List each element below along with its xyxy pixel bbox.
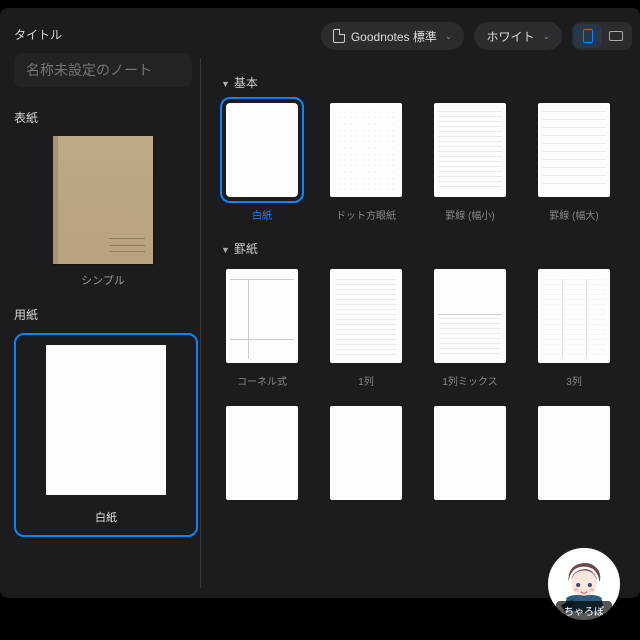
template-thumbnail: [434, 406, 506, 500]
template-item[interactable]: ドット方眼紙: [325, 103, 407, 222]
template-item[interactable]: 3列: [533, 269, 615, 388]
section-title: 基本: [234, 76, 258, 90]
template-thumbnail: [538, 269, 610, 363]
template-thumbnail: [434, 269, 506, 363]
tablet-landscape-icon: [609, 31, 623, 41]
template-thumbnail: [226, 406, 298, 500]
template-label: ドット方眼紙: [336, 207, 396, 222]
paper-color-dropdown[interactable]: ホワイト ⌄: [474, 22, 562, 50]
template-label: コーネル式: [237, 373, 287, 388]
disclosure-triangle-icon: ▼: [221, 245, 230, 255]
template-grid: [221, 406, 640, 510]
chevron-down-icon: ⌄: [445, 31, 453, 42]
template-item[interactable]: [221, 406, 303, 510]
template-thumbnail: [538, 406, 610, 500]
orientation-segment: [572, 22, 632, 50]
template-grid: 白紙 ドット方眼紙 罫線 (幅小) 罫線 (幅大): [221, 103, 640, 222]
avatar[interactable]: ちゃろぽ: [548, 548, 620, 620]
template-thumbnail: [330, 269, 402, 363]
section-title: 罫紙: [234, 242, 258, 256]
template-section: ▼ 罫紙コーネル式 1列 1列ミックス 3列: [221, 240, 640, 388]
section-header[interactable]: ▼ 基本: [221, 74, 640, 91]
template-item[interactable]: [429, 406, 511, 510]
template-thumbnail: [330, 406, 402, 500]
paper-selection[interactable]: 白紙: [14, 333, 198, 537]
template-item[interactable]: 1列ミックス: [429, 269, 511, 388]
paper-name: 白紙: [95, 509, 117, 525]
template-thumbnail: [538, 103, 610, 197]
avatar-label: ちゃろぽ: [556, 601, 612, 620]
orientation-landscape-button[interactable]: [602, 24, 630, 48]
document-icon: [333, 29, 345, 43]
template-item[interactable]: [325, 406, 407, 510]
template-item[interactable]: [533, 406, 615, 510]
sidebar: タイトル 表紙 シンプル 用紙 白紙: [0, 8, 200, 598]
template-thumbnail: [226, 103, 298, 197]
template-thumbnail: [226, 269, 298, 363]
toolbar: Goodnotes 標準 ⌄ ホワイト ⌄: [221, 22, 640, 50]
template-label: 罫線 (幅大): [549, 207, 598, 222]
template-grid: コーネル式 1列 1列ミックス 3列: [221, 269, 640, 388]
template-item[interactable]: 罫線 (幅大): [533, 103, 615, 222]
title-label: タイトル: [14, 26, 192, 43]
notebook-title-input[interactable]: [14, 53, 192, 87]
paper-color-value: ホワイト: [486, 28, 534, 45]
tablet-portrait-icon: [583, 29, 593, 43]
template-item[interactable]: 白紙: [221, 103, 303, 222]
new-notebook-dialog: タイトル 表紙 シンプル 用紙 白紙 Goodnotes 標準 ⌄ ホワイト ⌄: [0, 8, 640, 598]
template-item[interactable]: 罫線 (幅小): [429, 103, 511, 222]
paper-thumbnail: [46, 345, 166, 495]
template-thumbnail: [330, 103, 402, 197]
orientation-portrait-button[interactable]: [574, 24, 602, 48]
cover-label: 表紙: [14, 109, 192, 126]
disclosure-triangle-icon: ▼: [221, 79, 230, 89]
paper-size-value: Goodnotes 標準: [351, 28, 437, 45]
template-item[interactable]: 1列: [325, 269, 407, 388]
template-gallery: Goodnotes 標準 ⌄ ホワイト ⌄ ▼ 基本白紙 ドット方眼紙 罫線 (幅小)…: [201, 8, 640, 598]
template-label: 罫線 (幅小): [445, 207, 494, 222]
paper-size-dropdown[interactable]: Goodnotes 標準 ⌄: [321, 22, 465, 50]
template-thumbnail: [434, 103, 506, 197]
template-item[interactable]: コーネル式: [221, 269, 303, 388]
template-label: 1列: [358, 373, 374, 388]
template-section: ▼ 基本白紙 ドット方眼紙 罫線 (幅小) 罫線 (幅大): [221, 74, 640, 222]
cover-name: シンプル: [14, 272, 192, 288]
template-label: 3列: [566, 373, 582, 388]
template-label: 1列ミックス: [442, 373, 497, 388]
paper-label: 用紙: [14, 306, 192, 323]
section-header[interactable]: ▼ 罫紙: [221, 240, 640, 257]
cover-thumbnail[interactable]: [53, 136, 153, 264]
chevron-down-icon: ⌄: [542, 31, 550, 42]
template-label: 白紙: [252, 207, 272, 222]
